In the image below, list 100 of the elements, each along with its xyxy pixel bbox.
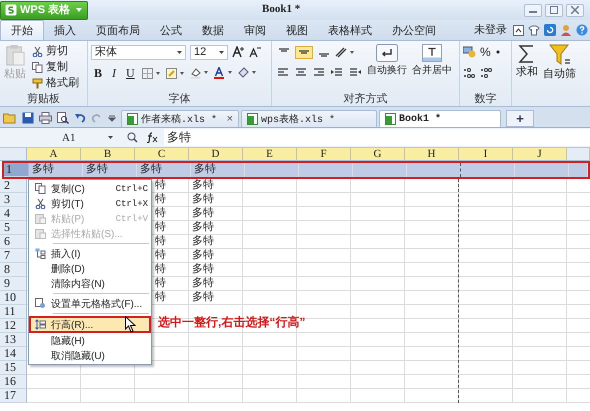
ribbon-tab[interactable]: 表格样式 bbox=[318, 20, 382, 40]
font-color-icon[interactable] bbox=[214, 67, 234, 79]
grid-cell[interactable]: 多特 bbox=[137, 163, 191, 177]
column-header[interactable]: E bbox=[243, 148, 297, 161]
ribbon-tab[interactable]: 办公空间 bbox=[382, 20, 446, 40]
row-header[interactable]: 8 bbox=[0, 263, 27, 277]
shirt-icon[interactable] bbox=[528, 24, 540, 36]
indent-icon[interactable] bbox=[331, 68, 343, 78]
grid-cell[interactable]: 多特 bbox=[29, 163, 83, 177]
row-header[interactable]: 13 bbox=[0, 333, 27, 347]
grid-cell[interactable]: 多特 bbox=[189, 291, 243, 305]
document-tab[interactable]: 作者来稿.xls * × bbox=[121, 110, 239, 127]
borders-icon[interactable] bbox=[142, 68, 162, 78]
undo-icon[interactable] bbox=[74, 112, 86, 124]
column-header[interactable]: B bbox=[81, 148, 135, 161]
fill-color-icon[interactable] bbox=[166, 68, 186, 78]
grid-cell[interactable]: 多特 bbox=[189, 179, 243, 193]
merge-center-button[interactable]: 合并居中 bbox=[411, 43, 453, 78]
grid-cell[interactable]: 多特 bbox=[189, 263, 243, 277]
font-grow-icon[interactable] bbox=[232, 46, 245, 58]
close-button[interactable] bbox=[566, 4, 584, 16]
minimize-button[interactable] bbox=[524, 4, 542, 16]
ribbon-tab[interactable]: 公式 bbox=[150, 20, 192, 40]
row-header[interactable]: 7 bbox=[0, 249, 27, 263]
eraser-icon[interactable] bbox=[238, 67, 258, 79]
tab-close-button[interactable]: × bbox=[226, 113, 233, 125]
row-header[interactable]: 1 bbox=[4, 163, 29, 177]
menu-item[interactable]: 设置单元格格式(F)... bbox=[29, 296, 151, 311]
font-family-dropdown[interactable]: 宋体 bbox=[91, 44, 186, 60]
row-header[interactable]: 11 bbox=[0, 305, 27, 319]
grid-cell[interactable]: 多特 bbox=[189, 249, 243, 263]
function-icon[interactable] bbox=[146, 132, 158, 143]
row-header[interactable]: 10 bbox=[0, 291, 27, 305]
row-header[interactable]: 16 bbox=[0, 375, 27, 389]
row-header[interactable]: 17 bbox=[0, 389, 27, 403]
grid-cell[interactable]: 多特 bbox=[189, 207, 243, 221]
menu-item[interactable]: 行高(R)... bbox=[29, 316, 151, 333]
column-header[interactable]: G bbox=[351, 148, 405, 161]
column-header[interactable]: C bbox=[135, 148, 189, 161]
grid-cell[interactable]: 多特 bbox=[189, 221, 243, 235]
horizontal-align-icon[interactable] bbox=[295, 68, 307, 78]
document-tab[interactable]: wps表格.xls * bbox=[241, 110, 377, 127]
refresh-icon[interactable] bbox=[544, 24, 556, 36]
customize-icon[interactable] bbox=[108, 114, 116, 122]
column-header[interactable]: I bbox=[459, 148, 513, 161]
outdent-icon[interactable] bbox=[349, 68, 361, 78]
maximize-button[interactable] bbox=[545, 4, 563, 16]
column-header[interactable]: D bbox=[189, 148, 243, 161]
autofilter-button[interactable]: 自动筛 bbox=[542, 43, 577, 82]
column-header[interactable]: J bbox=[513, 148, 567, 161]
wrap-text-button[interactable]: 自动换行 bbox=[366, 43, 408, 78]
name-box[interactable]: A1 bbox=[24, 130, 119, 145]
open-folder-icon[interactable] bbox=[3, 112, 17, 124]
column-header[interactable]: F bbox=[297, 148, 351, 161]
row-header[interactable]: 5 bbox=[0, 221, 27, 235]
ribbon-tab[interactable]: 页面布局 bbox=[86, 20, 150, 40]
collapse-icon[interactable] bbox=[513, 24, 524, 36]
text-style-button[interactable]: U bbox=[123, 66, 138, 80]
login-status[interactable]: 未登录 bbox=[474, 23, 507, 37]
text-style-button[interactable]: I bbox=[109, 66, 120, 80]
row-header[interactable]: 12 bbox=[0, 319, 27, 333]
ribbon-tab[interactable]: 插入 bbox=[44, 20, 86, 40]
increase-decimal-icon[interactable] bbox=[463, 67, 476, 79]
grid-cell[interactable] bbox=[407, 163, 461, 177]
help-icon[interactable] bbox=[576, 24, 588, 36]
user-icon[interactable] bbox=[560, 24, 572, 36]
ribbon-tab[interactable]: 数据 bbox=[192, 20, 234, 40]
text-style-button[interactable]: B bbox=[91, 66, 106, 80]
row-header[interactable]: 2 bbox=[0, 179, 27, 193]
grid-cell[interactable]: 多特 bbox=[189, 277, 243, 291]
column-header[interactable]: A bbox=[27, 148, 81, 161]
currency-icon[interactable] bbox=[463, 46, 476, 58]
menu-item[interactable]: 清除内容(N) bbox=[29, 276, 151, 291]
grid-cell[interactable]: 多特 bbox=[83, 163, 137, 177]
row-header[interactable]: 15 bbox=[0, 361, 27, 375]
document-tab[interactable]: Book1 * bbox=[379, 110, 501, 127]
menu-item[interactable]: 删除(D) bbox=[29, 261, 151, 276]
row-header[interactable]: 3 bbox=[0, 193, 27, 207]
row-header[interactable]: 4 bbox=[0, 207, 27, 221]
row-header[interactable]: 6 bbox=[0, 235, 27, 249]
menu-item[interactable]: 隐藏(H) bbox=[29, 333, 151, 348]
print-icon[interactable] bbox=[39, 112, 52, 124]
ribbon-tab[interactable]: 视图 bbox=[276, 20, 318, 40]
clipboard-button[interactable]: 复制 bbox=[30, 59, 81, 75]
text-direction-icon[interactable] bbox=[335, 46, 355, 58]
new-tab-button[interactable]: + bbox=[506, 110, 534, 127]
menu-item[interactable]: 剪切(T) Ctrl+X bbox=[29, 196, 151, 211]
print-preview-icon[interactable] bbox=[57, 112, 69, 124]
save-icon[interactable] bbox=[22, 112, 34, 124]
grid-cell[interactable]: 多特 bbox=[189, 235, 243, 249]
grid-cell[interactable]: 多特 bbox=[191, 163, 245, 177]
font-size-dropdown[interactable]: 12 bbox=[190, 44, 228, 60]
menu-item[interactable]: 插入(I) bbox=[29, 246, 151, 261]
menu-item[interactable]: 取消隐藏(U) bbox=[29, 348, 151, 363]
grid-cell[interactable]: 多特 bbox=[189, 193, 243, 207]
font-shrink-icon[interactable] bbox=[249, 46, 262, 58]
clipboard-button[interactable]: 格式刷 bbox=[30, 75, 81, 91]
vertical-align-button[interactable] bbox=[295, 46, 313, 58]
ribbon-tab[interactable]: 开始 bbox=[0, 20, 44, 40]
column-header[interactable]: H bbox=[405, 148, 459, 161]
